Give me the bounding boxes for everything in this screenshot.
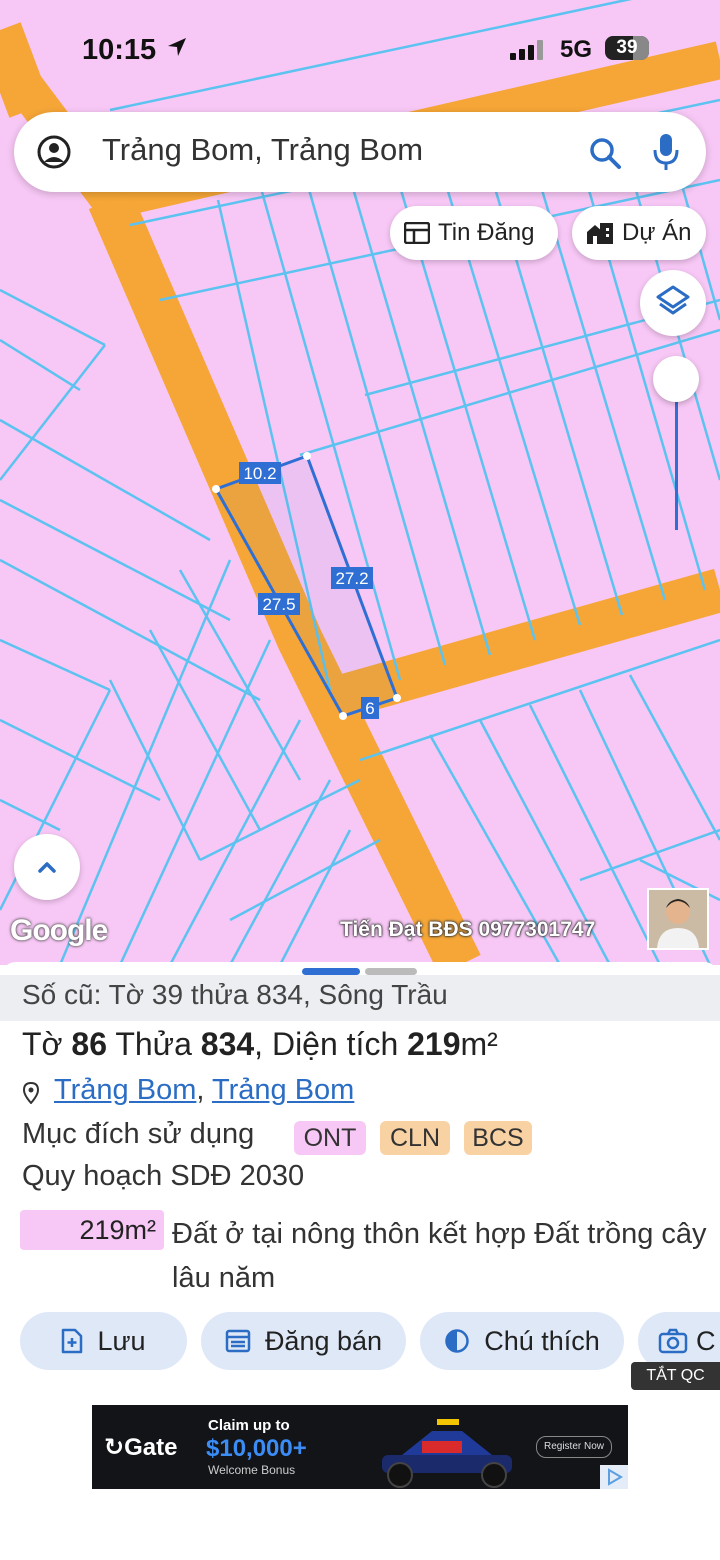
newspaper-icon (404, 222, 430, 244)
land-use-tag-bcs[interactable]: BCS (464, 1121, 532, 1155)
sheet-number: 86 (71, 1026, 108, 1062)
area-unit: m² (460, 1026, 498, 1062)
capture-button-label: C (696, 1325, 716, 1356)
area-label: , Diện tích (254, 1026, 399, 1062)
location-separator: , (196, 1074, 212, 1106)
planning-area-badge: 219m² (20, 1210, 164, 1250)
signal-icon (510, 40, 543, 60)
district-link[interactable]: Trảng Bom (54, 1074, 196, 1106)
parcel-title: Tờ 86 Thửa 834, Diện tích 219m² (22, 1026, 498, 1063)
save-button[interactable]: Lưu (20, 1312, 187, 1370)
race-car-image (382, 1419, 512, 1488)
plot-number: 834 (200, 1026, 255, 1062)
legend-button-label: Chú thích (484, 1325, 600, 1356)
ad-brand-name: Gate (124, 1434, 178, 1461)
expand-sheet-button[interactable] (14, 834, 80, 900)
post-for-sale-label: Đăng bán (264, 1325, 383, 1356)
listings-chip[interactable]: Tin Đăng (390, 206, 558, 260)
network-type: 5G (560, 36, 593, 63)
layers-icon (656, 285, 690, 315)
planning-description: Đất ở tại nông thôn kết hợp Đất trồng câ… (172, 1218, 707, 1294)
buildings-icon (587, 223, 613, 244)
person-photo (649, 890, 707, 948)
contrast-icon (445, 1329, 469, 1353)
listings-chip-label: Tin Đăng (438, 219, 535, 246)
search-input[interactable]: Trảng Bom, Trảng Bom (102, 132, 423, 168)
projects-chip[interactable]: Dự Án (572, 206, 706, 260)
land-use-label: Mục đích sử dụng (22, 1118, 255, 1150)
sheet-page-indicator-active[interactable] (302, 968, 360, 975)
planning-label: Quy hoạch SDĐ 2030 (22, 1160, 305, 1192)
adchoices-icon[interactable] (600, 1465, 628, 1489)
sheet-page-indicator[interactable] (365, 968, 417, 975)
location-pin-icon (22, 1082, 40, 1104)
google-logo: Google (10, 914, 108, 947)
legend-button[interactable]: Chú thích (420, 1312, 624, 1370)
post-for-sale-button[interactable]: Đăng bán (201, 1312, 406, 1370)
battery-level: 39 (616, 37, 638, 58)
land-use-tag-ont[interactable]: ONT (294, 1121, 366, 1155)
ad-banner[interactable]: ↻Gate Claim up to $10,000+ Welcome Bonus… (92, 1405, 628, 1489)
save-button-label: Lưu (97, 1325, 146, 1356)
layers-button[interactable] (640, 270, 706, 336)
sheet-label: Tờ (22, 1026, 63, 1062)
edge-label-top: 10.2 (243, 464, 276, 483)
search-bar[interactable]: Trảng Bom, Trảng Bom (14, 112, 706, 192)
location-arrow-icon (168, 38, 186, 56)
battery-icon: 39 (605, 36, 649, 60)
chevron-up-icon (38, 862, 56, 873)
ad-register-button[interactable]: Register Now (536, 1436, 612, 1458)
add-file-icon (62, 1328, 83, 1354)
old-reference-text: Số cũ: Tờ 39 thửa 834, Sông Trầu (22, 979, 448, 1010)
projects-chip-label: Dự Án (622, 219, 692, 246)
ad-claim: Claim up to (208, 1417, 290, 1434)
status-time: 10:15 (82, 34, 157, 66)
area-value: 219 (407, 1026, 461, 1062)
camera-icon (658, 1328, 688, 1354)
edge-label-right: 27.2 (335, 569, 368, 588)
edge-label-bottom: 6 (365, 699, 374, 718)
hide-ads-button[interactable]: TẮT QC (631, 1362, 720, 1390)
old-reference-bar: Số cũ: Tờ 39 thửa 834, Sông Trầu (0, 975, 720, 1021)
ad-bonus: Welcome Bonus (208, 1463, 296, 1477)
listing-icon (225, 1329, 251, 1353)
ad-amount: $10,000+ (206, 1435, 307, 1462)
watermark-text: Tiến Đạt BĐS 0977301747 (340, 918, 596, 941)
plot-label: Thửa (115, 1026, 192, 1062)
town-link[interactable]: Trảng Bom (212, 1074, 354, 1106)
account-icon[interactable] (36, 134, 72, 170)
search-icon[interactable] (588, 136, 622, 170)
ad-brand: ↻Gate (104, 1434, 178, 1461)
avatar (647, 888, 709, 950)
land-use-tag-cln[interactable]: CLN (380, 1121, 450, 1155)
opacity-slider-handle[interactable] (653, 356, 699, 402)
edge-label-left: 27.5 (262, 595, 295, 614)
status-bar: 10:15 5G 39 (0, 22, 720, 78)
microphone-icon[interactable] (652, 132, 680, 172)
